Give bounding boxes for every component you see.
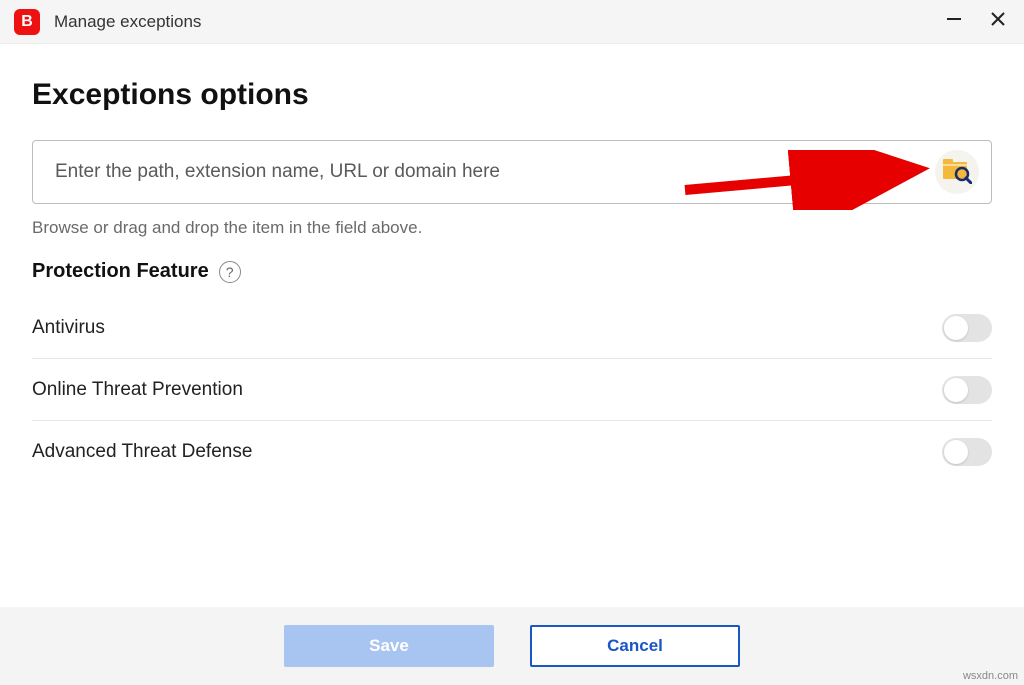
toggle-knob xyxy=(944,378,968,402)
save-button[interactable]: Save xyxy=(284,625,494,667)
app-icon: B xyxy=(14,9,40,35)
feature-label: Online Threat Prevention xyxy=(32,379,243,401)
section-title: Protection Feature xyxy=(32,260,209,283)
help-icon[interactable]: ? xyxy=(219,261,241,283)
feature-toggle[interactable] xyxy=(942,376,992,404)
window-title: Manage exceptions xyxy=(54,12,942,32)
close-button[interactable] xyxy=(986,10,1010,34)
feature-row: Antivirus xyxy=(32,297,992,359)
toggle-knob xyxy=(944,440,968,464)
source-watermark: wsxdn.com xyxy=(963,670,1018,682)
titlebar: B Manage exceptions xyxy=(0,0,1024,44)
path-input[interactable] xyxy=(55,161,935,183)
feature-toggle[interactable] xyxy=(942,438,992,466)
section-header: Protection Feature ? xyxy=(32,260,992,283)
feature-row: Advanced Threat Defense xyxy=(32,421,992,483)
feature-toggle[interactable] xyxy=(942,314,992,342)
feature-row: Online Threat Prevention xyxy=(32,359,992,421)
folder-search-icon xyxy=(942,156,972,189)
features-list: Antivirus Online Threat Prevention Advance… xyxy=(32,297,992,483)
content-area: Exceptions options Browse or drag and dr… xyxy=(0,44,1024,483)
minimize-button[interactable] xyxy=(942,10,966,34)
footer: Save Cancel xyxy=(0,607,1024,685)
browse-button[interactable] xyxy=(935,150,979,194)
toggle-knob xyxy=(944,316,968,340)
feature-label: Antivirus xyxy=(32,317,105,339)
feature-label: Advanced Threat Defense xyxy=(32,441,252,463)
hint-text: Browse or drag and drop the item in the … xyxy=(32,218,992,238)
cancel-button[interactable]: Cancel xyxy=(530,625,740,667)
page-title: Exceptions options xyxy=(32,78,992,112)
path-input-row xyxy=(32,140,992,204)
window-controls xyxy=(942,10,1010,34)
